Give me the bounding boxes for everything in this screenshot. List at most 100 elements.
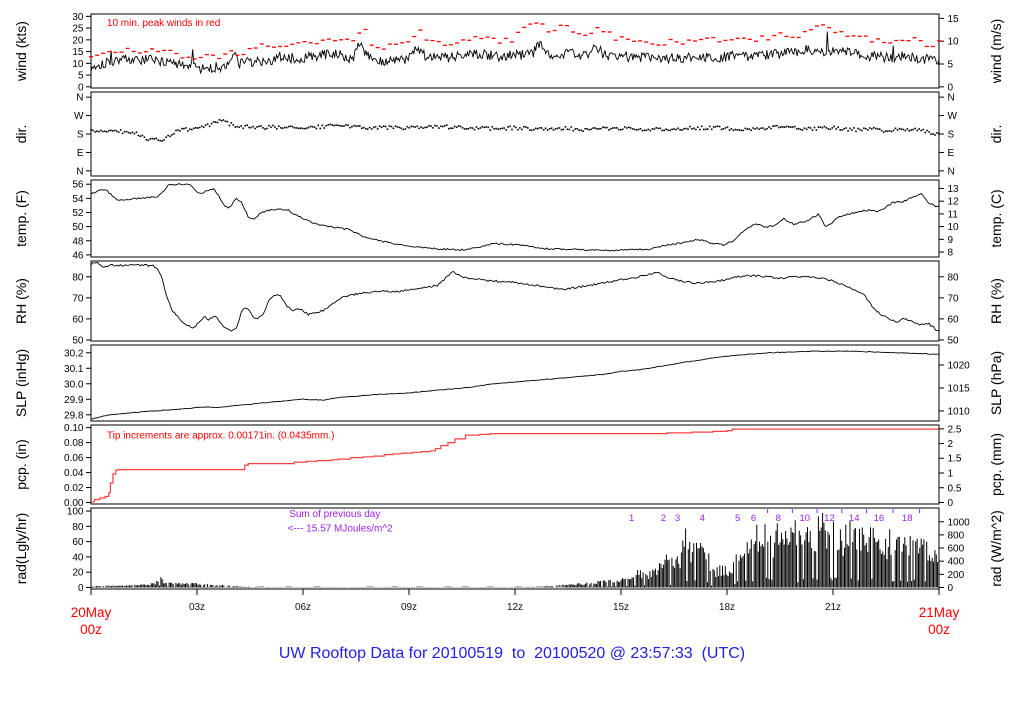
panel-rad: 02040608010002004006008001000rad(Lgly/hr… [13, 507, 1004, 594]
data-dot [621, 128, 624, 131]
annotation-pcp: Tip increments are approx. 0.00171in. (0… [107, 430, 335, 441]
data-dot [857, 127, 859, 130]
data-dot [914, 127, 917, 130]
data-dot [580, 129, 582, 132]
y-tick-label-left: 30.1 [64, 364, 84, 375]
y-tick-label-right: 800 [948, 530, 965, 541]
y-tick-label-left: E [77, 148, 84, 159]
weather-multipanel-chart: 0 5 10 15 20 25 30 0 5 10 15 wind (kts) wind (m/s) 10… [0, 0, 1024, 700]
data-dot [647, 128, 650, 131]
data-dot [515, 126, 517, 129]
data-dot [299, 127, 302, 129]
data-dot [930, 133, 932, 135]
data-dot [540, 127, 543, 129]
data-dot [665, 128, 667, 130]
data-dot [649, 129, 652, 132]
data-dot [291, 125, 294, 128]
data-dot [600, 127, 602, 130]
data-dot [384, 125, 387, 128]
y-tick-label-left: 20 [72, 568, 84, 579]
data-dot [359, 125, 361, 127]
data-dot [614, 127, 616, 129]
data-dot [131, 131, 134, 134]
data-dot [689, 125, 691, 128]
data-dot [208, 125, 211, 128]
data-dot [833, 125, 835, 128]
y-tick-label-left: N [76, 166, 83, 177]
data-dot [125, 130, 128, 133]
data-dot [463, 128, 466, 130]
data-dot [756, 127, 758, 129]
y-tick-label-left: S [77, 130, 84, 141]
data-dot [712, 126, 715, 128]
data-dot [365, 127, 367, 130]
y-tick-label-right: 2.5 [948, 424, 962, 435]
data-dot [606, 126, 608, 129]
data-dot [693, 127, 695, 130]
y-tick-label-right: 80 [948, 272, 960, 283]
data-dot [679, 129, 681, 131]
data-dot [106, 131, 108, 133]
data-dot [469, 126, 472, 129]
data-dot [311, 125, 314, 128]
data-dot [252, 125, 254, 128]
panel-wind: 051015202530051015wind (kts) wind (m/s)10… [13, 12, 1004, 93]
y-axis-title-right-dir: dir. [988, 125, 1004, 144]
data-dot [412, 125, 414, 128]
x-start-date: 20May [71, 605, 112, 620]
y-tick-label-right: 15 [948, 14, 960, 25]
data-dot [867, 129, 869, 131]
data-dot [169, 135, 171, 138]
x-start-date-hour: 00z [80, 622, 102, 637]
data-dot [457, 125, 460, 127]
data-dot [327, 124, 329, 126]
data-dot [100, 129, 102, 132]
data-dot [90, 129, 92, 131]
data-dot [629, 127, 632, 129]
data-dot [185, 127, 187, 129]
data-dot [495, 127, 497, 130]
series-solar-radiation [90, 513, 940, 588]
data-dot [912, 128, 915, 131]
data-dot [177, 129, 179, 131]
data-dot [489, 129, 492, 131]
annotation-rad: Sum of previous day [289, 509, 380, 520]
data-dot [936, 132, 938, 134]
y-tick-label-left: 40 [72, 552, 84, 563]
data-dot [430, 125, 432, 127]
data-dot [865, 127, 867, 130]
data-dot [329, 123, 331, 126]
y-tick-label-left: 0.06 [64, 453, 84, 464]
data-dot [639, 128, 642, 130]
data-dot [485, 126, 488, 128]
x-tick-label: 15z [613, 602, 629, 613]
data-dot [151, 137, 154, 140]
y-axis-title-left-wind: wind (kts) [13, 21, 29, 82]
data-dot [728, 129, 731, 131]
data-dot [554, 128, 557, 130]
data-dot [238, 126, 241, 129]
rad-mj-counter-label: 10 [799, 513, 810, 524]
x-end-date-hour: 00z [928, 622, 950, 637]
data-dot [750, 129, 752, 132]
y-axis-title-left-temp: temp. (F) [13, 190, 29, 247]
data-dot [529, 129, 531, 131]
data-dot [888, 130, 891, 132]
data-dot [256, 126, 258, 128]
x-axis: 03z 06z 09z 12z 15z 18z 21z 20May 00z 21May 00z [71, 589, 960, 637]
data-dot [673, 128, 675, 130]
data-dot [272, 124, 274, 127]
x-end-date: 21May [919, 605, 960, 620]
data-dot [576, 128, 579, 130]
data-dot [123, 130, 126, 133]
data-dot [240, 125, 242, 127]
y-tick-label-right: 9 [948, 235, 954, 246]
data-dot [285, 126, 288, 129]
data-dot [110, 129, 112, 132]
data-dot [734, 128, 737, 131]
data-dot [819, 126, 822, 128]
data-dot [916, 129, 919, 132]
y-tick-label-right: 12 [948, 197, 960, 208]
y-tick-label-right: 70 [948, 293, 960, 304]
data-dot [837, 126, 839, 128]
